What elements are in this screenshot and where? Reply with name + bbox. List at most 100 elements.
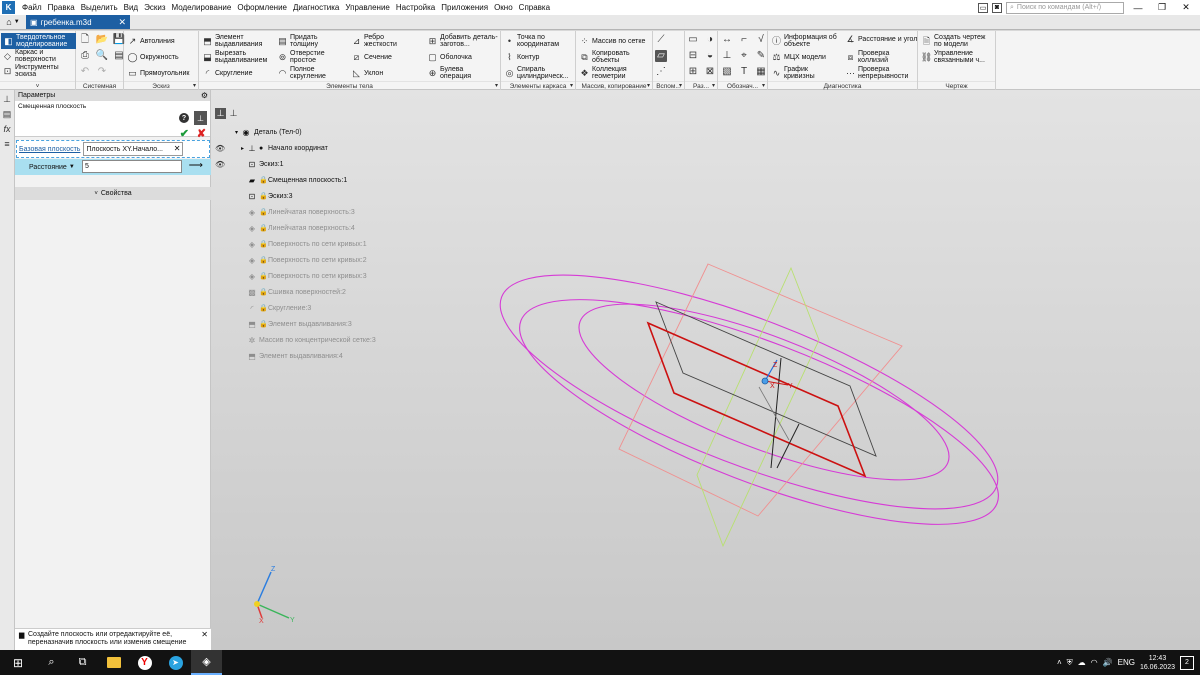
menu-modeling[interactable]: Моделирование (168, 3, 234, 12)
manage-linked-button[interactable]: ⛓ Управление связанными ч... (921, 50, 992, 64)
split-icon[interactable]: ◑ (704, 34, 716, 46)
model-tree-toggle-icon[interactable]: ⊥ (2, 94, 13, 105)
tree-row[interactable]: ◈ 🔒 Поверхность по сети кривых:3 (211, 270, 511, 282)
rectangle-button[interactable]: ▭ Прямоугольник (127, 68, 189, 79)
mark-icon[interactable]: ✎ (755, 50, 767, 62)
create-drawing-button[interactable]: 🗎 Создать чертеж по модели (921, 34, 992, 48)
variables-fx-icon[interactable]: fx (2, 124, 13, 135)
network-icon[interactable]: ◠ (1091, 658, 1098, 667)
sections-grid-icon[interactable]: ⊞ (687, 66, 699, 78)
3d-viewport[interactable]: Z Y X Z Y X ⊥ ⊥ ▾ ◉ Деталь (Тел-0) 👁 ▸ ⊥… (211, 90, 1200, 650)
fillet-button[interactable]: ◜ Скругление (202, 68, 253, 79)
tree-row[interactable]: 👁 ▸ ⊥ ● Начало координат (211, 142, 511, 154)
distance-dropdown-icon[interactable]: ▼ (69, 164, 75, 170)
roughness-icon[interactable]: √ (755, 34, 767, 46)
mode-solid-modeling[interactable]: ◧ Твердотельное моделирование (1, 33, 76, 49)
contour-button[interactable]: ⌇ Контур (504, 52, 539, 63)
tree-row[interactable]: 👁 ⊡ Эскиз:1 (211, 158, 511, 170)
file-explorer-button[interactable] (98, 650, 129, 675)
menu-view[interactable]: Вид (121, 3, 141, 12)
yandex-browser-button[interactable]: Y (129, 650, 160, 675)
draft-button[interactable]: ◺ Уклон (351, 68, 383, 79)
extrude-button[interactable]: ⬒ Элемент выдавливания (202, 34, 271, 48)
menu-management[interactable]: Управление (342, 3, 392, 12)
menu-file[interactable]: Файл (19, 3, 45, 12)
cloud-icon[interactable]: ☁ (1078, 658, 1086, 667)
home-tab[interactable]: ⌂ ▼ (0, 15, 26, 29)
layers-icon[interactable]: ≡ (2, 139, 13, 150)
autoline-button[interactable]: ↗ Автолиния (127, 36, 175, 47)
tree-row[interactable]: ◈ 🔒 Линейчатая поверхность:3 (211, 206, 511, 218)
boolean-button[interactable]: ⊕ Булева операция (427, 66, 480, 80)
leader-icon[interactable]: ⌐ (738, 34, 750, 46)
preview-icon[interactable]: 🔍 (96, 50, 108, 62)
tree-row[interactable]: ⬒ 🔒 Элемент выдавливания:3 (211, 318, 511, 330)
distance-label[interactable]: Расстояние (29, 164, 67, 171)
section-plane-icon[interactable]: ▭ (687, 34, 699, 46)
menu-window[interactable]: Окно (491, 3, 516, 12)
security-icon[interactable]: ⛨ (1067, 658, 1073, 668)
tree-row[interactable]: ⬒ Элемент выдавливания:4 (211, 350, 511, 362)
command-search-input[interactable]: ⌕ Поиск по командам (Alt+/) (1006, 1, 1124, 14)
spiral-button[interactable]: ◎ Спираль цилиндрическ... (504, 66, 571, 80)
menu-diagnostics[interactable]: Диагностика (290, 3, 342, 12)
language-indicator[interactable]: ENG (1118, 658, 1135, 667)
tree-root[interactable]: ▾ ◉ Деталь (Тел-0) (211, 126, 511, 138)
tolerance-icon[interactable]: ⌖ (738, 50, 750, 62)
document-tab[interactable]: ▣ гребенка.m3d ✕ (26, 15, 130, 29)
aux-plane-icon[interactable]: ▱ (655, 50, 667, 62)
app-logo-icon[interactable]: K (2, 1, 15, 14)
tree-structure-icon[interactable]: ⊥ (215, 108, 226, 119)
distance-angle-button[interactable]: ∡ Расстояние и угол (845, 34, 918, 45)
telegram-button[interactable]: ➤ (160, 650, 191, 675)
curvature-button[interactable]: ∿ График кривизны (771, 66, 824, 80)
new-file-icon[interactable]: 🗋 (79, 34, 91, 46)
menu-formatting[interactable]: Оформление (234, 3, 290, 12)
minimize-button[interactable]: — (1128, 3, 1148, 13)
mode-sketch-tools[interactable]: ⊡ Инструменты эскиза (2, 64, 73, 78)
check-continuity-button[interactable]: ⋯ Проверка непрерывности (845, 66, 916, 80)
tree-row[interactable]: ▩ 🔒 Сшивка поверхностей:2 (211, 286, 511, 298)
chevron-down-icon[interactable]: ▾ (235, 129, 238, 136)
add-part-button[interactable]: ⊞ Добавить деталь-заготов... (427, 34, 500, 48)
mode-frame-surfaces[interactable]: ◇ Каркас и поверхности (2, 49, 73, 63)
menu-sketch[interactable]: Эскиз (141, 3, 168, 12)
circle-button[interactable]: ◯ Окружность (127, 52, 178, 63)
redo-icon[interactable]: ↷ (96, 66, 108, 78)
tree-row[interactable]: ⊡ 🔒 Эскиз:3 (211, 190, 511, 202)
tree-row[interactable]: ◜ 🔒 Скругление:3 (211, 302, 511, 314)
thicken-button[interactable]: ▤ Придать толщину (277, 34, 330, 48)
direction-arrow-icon[interactable]: ⟶ (189, 160, 203, 171)
chevron-right-icon[interactable]: ▸ (241, 145, 244, 152)
close-tab-icon[interactable]: ✕ (118, 17, 126, 28)
rib-button[interactable]: ⊿ Ребро жесткости (351, 34, 404, 48)
undo-icon[interactable]: ↶ (79, 66, 91, 78)
tree-row[interactable]: ▰ 🔒 Смещенная плоскость:1 (211, 174, 511, 186)
menu-applications[interactable]: Приложения (438, 3, 491, 12)
layout-icon[interactable]: ▭ (978, 2, 988, 13)
chevron-up-icon[interactable]: ˄ (1057, 658, 1062, 667)
gear-icon[interactable]: ⚙ (201, 90, 208, 101)
point-coords-button[interactable]: • Точка по координатам (504, 34, 571, 48)
copy-objects-button[interactable]: ⧉ Копировать объекты (579, 50, 642, 64)
aux-point-icon[interactable]: ⋰ (655, 66, 667, 78)
base-plane-link[interactable]: Базовая плоскость (19, 146, 80, 153)
split-line-icon[interactable]: ⊟ (687, 50, 699, 62)
menu-help[interactable]: Справка (516, 3, 553, 12)
volume-icon[interactable]: 🔊 (1103, 658, 1113, 667)
task-view-button[interactable]: ⧉ (67, 650, 98, 675)
object-info-button[interactable]: ⓘ Информация об объекте (771, 34, 844, 48)
start-button[interactable]: ⊞ (0, 650, 36, 675)
tree-row[interactable]: ◈ 🔒 Поверхность по сети кривых:2 (211, 254, 511, 266)
origin-point[interactable] (761, 377, 769, 385)
search-button[interactable]: ⌕ (36, 650, 67, 675)
tree-row[interactable]: ✲ Массив по концентрической сетке:3 (211, 334, 511, 346)
clear-base-plane-icon[interactable]: ✕ (174, 144, 181, 153)
clock[interactable]: 12:43 16.06.2023 (1140, 654, 1175, 672)
grid-array-button[interactable]: ⁘ Массив по сетке (579, 36, 646, 47)
full-fillet-button[interactable]: ◠ Полное скругление (277, 66, 330, 80)
eye-icon[interactable]: 👁 (215, 144, 225, 153)
print-icon[interactable]: ⎙ (79, 50, 91, 62)
hole-button[interactable]: ⊚ Отверстие простое (277, 50, 330, 64)
close-hint-icon[interactable]: ✕ (201, 631, 208, 639)
